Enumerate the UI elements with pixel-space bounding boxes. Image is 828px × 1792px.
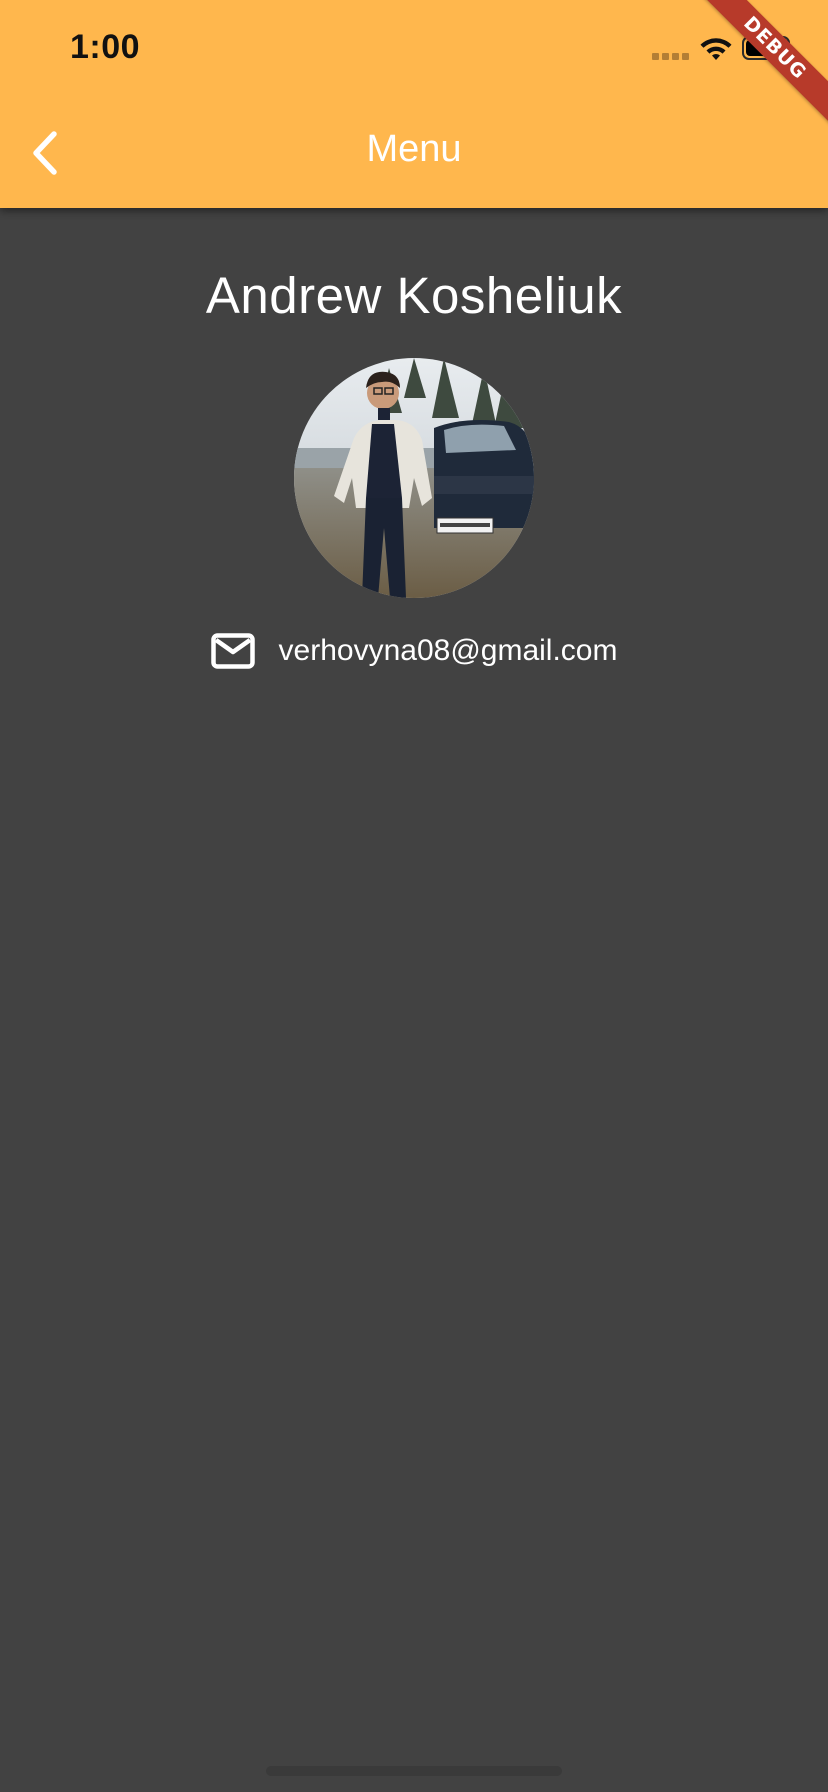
- avatar-photo: [294, 358, 534, 598]
- email-text: verhovyna08@gmail.com: [278, 634, 618, 667]
- email-row: verhovyna08@gmail.com: [0, 633, 828, 669]
- profile-content: Andrew Kosheliuk verhovyna08@gmail.com: [0, 208, 828, 1792]
- page-title: Menu: [366, 128, 462, 170]
- home-indicator[interactable]: [266, 1766, 562, 1776]
- avatar: [294, 358, 534, 598]
- profile-name: Andrew Kosheliuk: [205, 267, 623, 324]
- app-bar: 1:00 Menu: [0, 0, 828, 208]
- status-time: 1:00: [70, 28, 141, 66]
- mail-icon: [210, 633, 255, 669]
- cellular-signal-icon: [652, 53, 689, 60]
- wifi-icon: [700, 38, 732, 60]
